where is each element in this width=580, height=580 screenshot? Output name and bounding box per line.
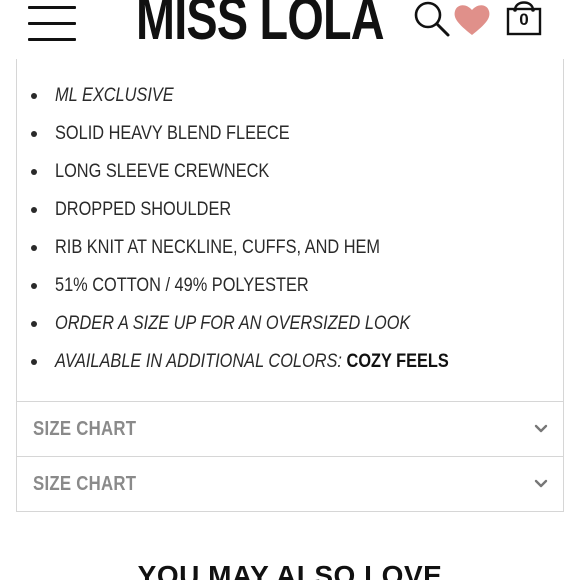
feature-text: DROPPED SHOULDER	[55, 199, 232, 220]
bag-count-badge: 0	[519, 10, 529, 29]
feature-text: ORDER A SIZE UP FOR AN OVERSIZED LOOK	[55, 313, 411, 334]
feature-list-item: 51% COTTON / 49% POLYESTER	[17, 267, 563, 305]
feature-list-item: AVAILABLE IN ADDITIONAL COLORS: COZY FEE…	[17, 343, 563, 381]
bullet-icon	[31, 283, 37, 289]
bullet-icon	[31, 321, 37, 327]
product-details-panel: ML EXCLUSIVE SOLID HEAVY BLEND FLEECE LONG…	[16, 59, 564, 402]
recommendations-heading: YOU MAY ALSO LOVE	[137, 560, 443, 580]
chevron-down-icon	[534, 479, 548, 488]
size-chart-accordion[interactable]: SIZE CHART	[16, 401, 564, 457]
color-link-cozy-feels[interactable]: COZY FEELS	[347, 351, 449, 372]
feature-text: LONG SLEEVE CREWNECK	[55, 161, 270, 182]
chevron-down-icon	[534, 424, 548, 433]
bullet-icon	[31, 359, 37, 365]
accordion-label: SIZE CHART	[33, 473, 137, 495]
feature-list-item: ORDER A SIZE UP FOR AN OVERSIZED LOOK	[17, 305, 563, 343]
bullet-icon	[31, 245, 37, 251]
feature-text: SOLID HEAVY BLEND FLEECE	[55, 123, 290, 144]
heart-icon[interactable]	[452, 2, 492, 38]
feature-list-item: ML EXCLUSIVE	[17, 77, 563, 115]
bullet-icon	[31, 131, 37, 137]
feature-list-item: RIB KNIT AT NECKLINE, CUFFS, AND HEM	[17, 229, 563, 267]
menu-icon[interactable]	[28, 4, 76, 41]
feature-text: AVAILABLE IN ADDITIONAL COLORS: COZY FEE…	[55, 351, 449, 372]
feature-list-item: LONG SLEEVE CREWNECK	[17, 153, 563, 191]
bullet-icon	[31, 93, 37, 99]
feature-list-item: SOLID HEAVY BLEND FLEECE	[17, 115, 563, 153]
feature-list-item: DROPPED SHOULDER	[17, 191, 563, 229]
brand-logo[interactable]: MISS LOLA	[136, 0, 385, 52]
shopping-bag-icon[interactable]: 0	[504, 0, 544, 38]
accordion-label: SIZE CHART	[33, 418, 137, 440]
feature-list: ML EXCLUSIVE SOLID HEAVY BLEND FLEECE LONG…	[17, 77, 563, 381]
feature-text: ML EXCLUSIVE	[55, 85, 174, 106]
bullet-icon	[31, 169, 37, 175]
feature-text: 51% COTTON / 49% POLYESTER	[55, 275, 309, 296]
search-icon[interactable]	[412, 0, 452, 40]
bullet-icon	[31, 207, 37, 213]
size-chart-accordion[interactable]: SIZE CHART	[16, 456, 564, 512]
feature-text: RIB KNIT AT NECKLINE, CUFFS, AND HEM	[55, 237, 381, 258]
site-header: MISS LOLA 0	[0, 0, 580, 60]
